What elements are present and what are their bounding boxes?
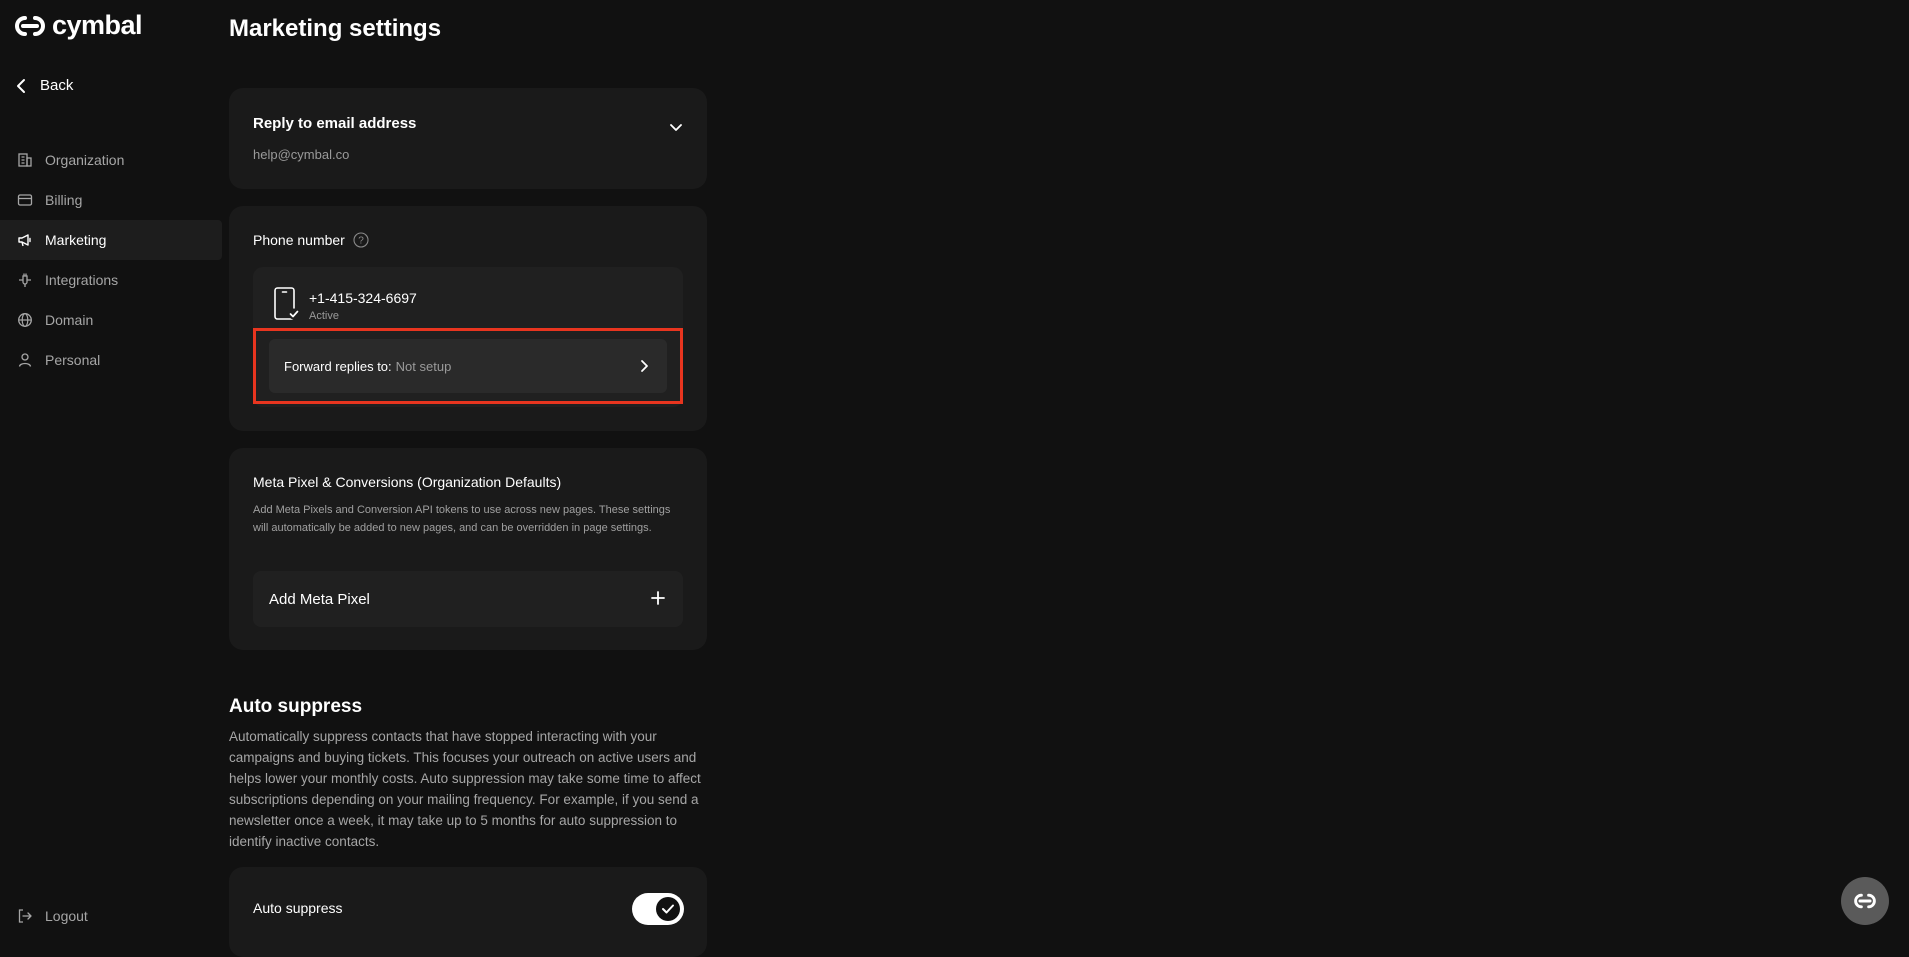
auto-suppress-label: Auto suppress [253,900,343,916]
meta-pixel-description: Add Meta Pixels and Conversion API token… [253,504,671,534]
forward-replies-value: Not setup [395,358,452,374]
sidebar-item-billing[interactable]: Billing [0,180,222,220]
help-icon[interactable]: ? [353,232,369,248]
help-chat-button[interactable] [1841,877,1889,925]
back-label: Back [40,77,74,94]
reply-email-value: help@cymbal.co [253,147,350,162]
phone-status: Active [309,310,339,322]
cymbal-logo-icon [1854,893,1876,909]
sidebar-item-label: Organization [45,152,125,168]
auto-suppress-card: Auto suppress [229,867,707,957]
chevron-left-icon [17,78,25,93]
logout-button[interactable]: Logout [17,908,88,924]
phone-number-label: Phone number [253,232,345,248]
brand-name: cymbal [52,10,143,40]
check-icon [662,904,674,914]
chevron-right-icon [641,360,648,372]
sidebar-item-label: Personal [45,352,101,368]
reply-email-title: Reply to email address [253,115,417,132]
sidebar-item-label: Marketing [45,232,107,248]
megaphone-icon [18,234,31,247]
sidebar-item-label: Domain [45,312,94,328]
plug-icon [19,273,31,287]
sidebar-nav: Organization Billing Marketing Integrati… [0,140,222,380]
globe-icon [18,313,32,327]
forward-replies-button[interactable]: Forward replies to: Not setup [269,339,667,393]
building-icon [18,153,32,167]
sidebar-item-label: Billing [45,192,83,208]
auto-suppress-description: Automatically suppress contacts that hav… [229,729,701,849]
phone-number-label-row: Phone number ? [253,232,369,248]
sidebar-item-personal[interactable]: Personal [0,340,222,380]
logout-label: Logout [45,908,88,924]
phone-number-card: Phone number ? +1-415-324-6697 Active Fo… [229,206,707,431]
add-meta-pixel-button[interactable]: Add Meta Pixel [253,571,683,627]
reply-email-card[interactable]: Reply to email address help@cymbal.co [229,88,707,189]
sidebar-item-domain[interactable]: Domain [0,300,222,340]
toggle-knob [656,897,680,921]
user-icon [18,353,32,367]
auto-suppress-toggle[interactable] [632,893,684,925]
back-button[interactable]: Back [16,77,73,94]
auto-suppress-heading: Auto suppress [229,696,363,717]
page-title: Marketing settings [229,15,442,42]
plus-icon [651,591,665,605]
meta-pixel-title: Meta Pixel & Conversions (Organization D… [253,474,562,490]
forward-replies-label: Forward replies to: [284,358,392,374]
add-meta-pixel-label: Add Meta Pixel [269,590,370,608]
brand-logo[interactable]: cymbal [12,10,143,41]
logout-icon [18,909,32,923]
cymbal-logo-icon [15,15,45,36]
phone-check-icon [274,287,299,320]
sidebar-item-label: Integrations [45,272,119,288]
forward-replies-highlight: Forward replies to: Not setup [253,328,683,404]
meta-pixel-card: Meta Pixel & Conversions (Organization D… [229,448,707,650]
svg-text:?: ? [358,236,364,247]
credit-card-icon [17,194,33,206]
sidebar: cymbal Back Organization Billing Marketi… [0,0,222,942]
sidebar-item-marketing[interactable]: Marketing [0,220,222,260]
chevron-down-icon[interactable] [669,122,683,132]
sidebar-item-integrations[interactable]: Integrations [0,260,222,300]
sidebar-item-organization[interactable]: Organization [0,140,222,180]
phone-number-value: +1-415-324-6697 [309,290,417,306]
